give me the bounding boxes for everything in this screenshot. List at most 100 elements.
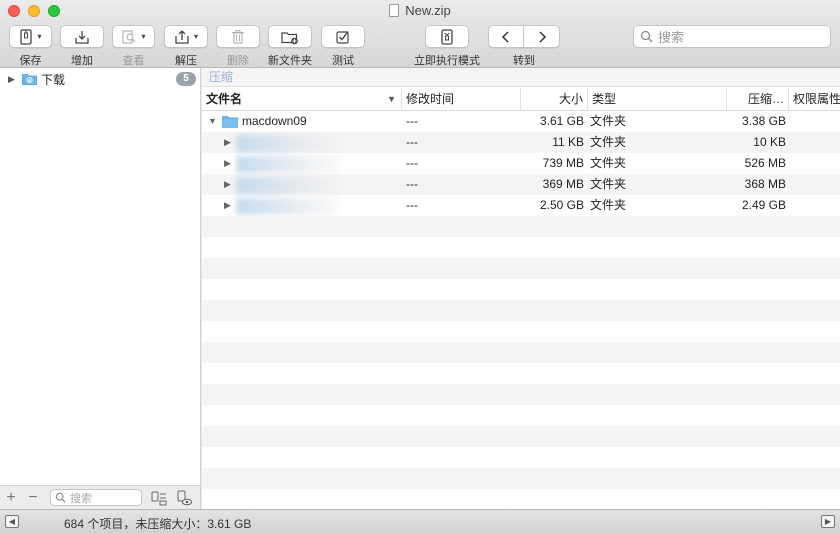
type-cell: 文件夹 — [590, 198, 627, 212]
empty-row — [202, 489, 840, 510]
compressed-size-cell: 10 KB — [753, 135, 786, 149]
table-row[interactable]: ▶ --- 11 KB 文件夹 10 KB — [202, 132, 840, 153]
back-forward-control — [488, 25, 560, 48]
sidebar-item-downloads[interactable]: ▶ 下载 5 — [0, 70, 200, 88]
file-name-cell: macdown09 — [222, 111, 307, 132]
blurred-filename — [236, 198, 340, 215]
triangle-left-icon: ◀ — [8, 517, 16, 526]
modified-cell: --- — [406, 114, 418, 128]
sidebar-footer: + − 搜索 — [0, 485, 201, 509]
chevron-right-icon — [538, 30, 546, 43]
blurred-filename — [236, 177, 340, 194]
forward-button[interactable] — [524, 25, 560, 48]
empty-row — [202, 216, 840, 237]
test-button[interactable] — [321, 25, 365, 48]
empty-row — [202, 300, 840, 321]
view-button[interactable]: ▾ — [112, 25, 155, 48]
execute-mode-label: 立即执行模式 — [414, 55, 480, 67]
count-badge: 5 — [176, 72, 196, 86]
status-text: 684 个项目，未压缩大小：3.61 GB — [64, 517, 252, 531]
chevron-down-icon: ▾ — [141, 32, 146, 41]
search-icon — [640, 30, 653, 43]
archive-info-icon[interactable] — [151, 490, 167, 506]
empty-row — [202, 237, 840, 258]
delete-tool: 删除 — [216, 25, 260, 68]
add-tool: 增加 — [60, 25, 104, 68]
disclosure-triangle-icon[interactable]: ▶ — [8, 74, 16, 85]
new-folder-icon — [281, 31, 298, 44]
search-icon — [55, 492, 66, 503]
sidebar-search-placeholder: 搜索 — [70, 492, 92, 505]
column-header-name[interactable]: 文件名 ▼ — [202, 88, 402, 111]
column-header-permissions[interactable]: 权限属性 — [789, 88, 840, 111]
redacted-name-cell — [222, 195, 340, 216]
extract-tool: ▾ 解压 — [164, 25, 208, 68]
disclosure-open-icon[interactable]: ▼ — [208, 111, 218, 132]
size-cell: 369 MB — [542, 177, 584, 191]
empty-row — [202, 405, 840, 426]
view-label: 查看 — [122, 55, 145, 67]
empty-row — [202, 384, 840, 405]
toggle-sidebar-button[interactable]: ◀ — [5, 515, 19, 528]
empty-row — [202, 468, 840, 489]
test-label: 测试 — [332, 55, 354, 67]
column-header-size[interactable]: 大小 — [521, 88, 588, 111]
column-header-compressed[interactable]: 压缩… — [727, 88, 789, 111]
remove-location-button[interactable]: − — [22, 489, 44, 507]
test-tool: 测试 — [321, 25, 365, 68]
sidebar-search-field[interactable]: 搜索 — [50, 489, 142, 506]
type-cell: 文件夹 — [590, 156, 627, 170]
table-row[interactable]: ▶ --- 739 MB 文件夹 526 MB — [202, 153, 840, 174]
new-folder-tool: 新文件夹 — [268, 25, 312, 68]
add-button[interactable] — [60, 25, 104, 48]
empty-row — [202, 321, 840, 342]
back-button[interactable] — [488, 25, 524, 48]
execute-mode-button[interactable] — [425, 25, 469, 48]
checkbox-icon — [336, 30, 349, 44]
delete-button[interactable] — [216, 25, 260, 48]
add-location-button[interactable]: + — [0, 489, 22, 507]
size-cell: 2.50 GB — [539, 198, 584, 212]
extract-button[interactable]: ▾ — [164, 25, 208, 48]
file-list: ▼ macdown09 --- 3.61 GB 文件夹 3.38 GB ▶ --… — [202, 111, 840, 510]
search-field[interactable]: 搜索 — [633, 25, 831, 48]
column-header-type[interactable]: 类型 — [588, 88, 727, 111]
search-placeholder: 搜索 — [658, 30, 685, 45]
table-row[interactable]: ▶ --- 2.50 GB 文件夹 2.49 GB — [202, 195, 840, 216]
folder-icon — [222, 116, 238, 128]
sidebar-item-label: 下载 — [41, 72, 66, 87]
status-bar: ◀ 684 个项目，未压缩大小：3.61 GB ▶ — [0, 509, 840, 533]
type-cell: 文件夹 — [590, 177, 627, 191]
modified-cell: --- — [406, 177, 418, 191]
path-bar[interactable]: 压缩 — [202, 68, 840, 87]
chevron-down-icon: ▾ — [193, 32, 198, 41]
add-label: 增加 — [71, 55, 93, 67]
save-button[interactable]: ▾ — [9, 25, 52, 48]
save-label: 保存 — [19, 55, 42, 67]
empty-row — [202, 258, 840, 279]
type-cell: 文件夹 — [590, 114, 627, 128]
size-cell: 11 KB — [552, 135, 584, 149]
chevron-left-icon — [501, 30, 509, 43]
toggle-inspector-button[interactable]: ▶ — [821, 515, 835, 528]
modified-cell: --- — [406, 198, 418, 212]
empty-row — [202, 279, 840, 300]
modified-cell: --- — [406, 156, 418, 170]
table-row[interactable]: ▼ macdown09 --- 3.61 GB 文件夹 3.38 GB — [202, 111, 840, 132]
triangle-right-icon: ▶ — [824, 517, 832, 526]
extract-icon — [175, 29, 189, 44]
add-files-icon — [75, 30, 89, 44]
goto-tool: 转到 — [488, 25, 560, 68]
compressed-size-cell: 368 MB — [744, 177, 786, 191]
empty-row — [202, 447, 840, 468]
compressed-size-cell: 2.49 GB — [741, 198, 786, 212]
compressed-size-cell: 3.38 GB — [741, 114, 786, 128]
toolbar: New.zip ▾ 保存 增加 ▾ 查看 ▾ 解压 删除 新文件夹 测试 立即执… — [0, 0, 840, 68]
table-row[interactable]: ▶ --- 369 MB 文件夹 368 MB — [202, 174, 840, 195]
new-folder-button[interactable] — [268, 25, 312, 48]
chevron-down-icon: ▾ — [37, 32, 42, 41]
downloads-folder-icon — [22, 74, 37, 85]
view-tool: ▾ 查看 — [112, 25, 155, 68]
column-header-modified[interactable]: 修改时间 — [402, 88, 521, 111]
preview-eye-icon[interactable] — [176, 490, 192, 506]
